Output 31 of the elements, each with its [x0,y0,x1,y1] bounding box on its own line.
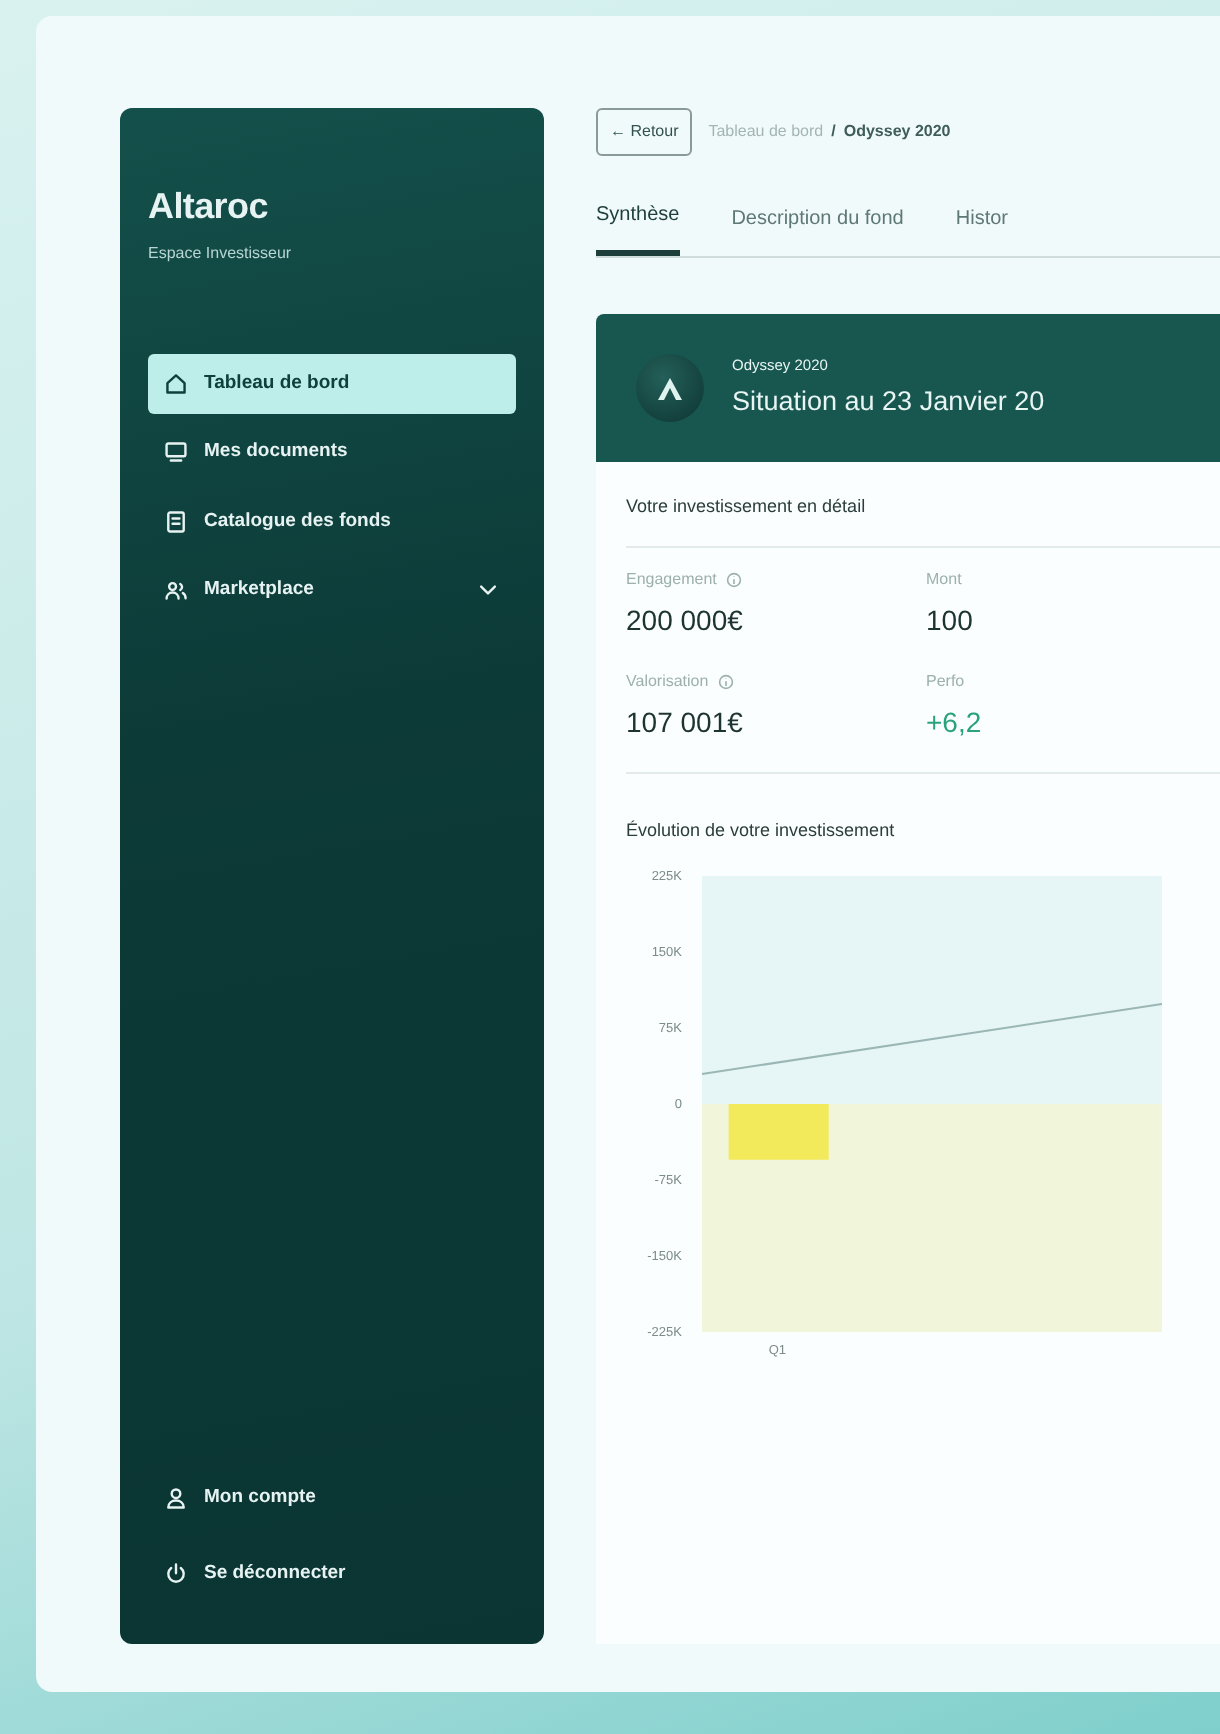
logo: Altaroc [148,184,270,230]
document-icon [164,509,188,534]
metric-value: +6,2 [926,703,984,741]
sidebar-item[interactable]: Catalogue des fonds [148,491,516,552]
power-icon [164,1561,188,1586]
sidebar-item[interactable]: Mon compte [148,1467,516,1528]
tab[interactable]: Description du fond [731,200,904,256]
sidebar-item[interactable]: Marketplace [148,559,516,620]
sidebar-item[interactable]: Mes documents [148,422,516,483]
metric-label: Valorisation [626,669,709,693]
home-icon [164,372,188,397]
logo-subtitle: Espace Investisseur [148,242,294,266]
tab[interactable]: Histor [955,200,1008,256]
metric-label: Mont [926,567,962,591]
breadcrumb-separator: / [831,120,836,144]
situation-title: Situation au 23 Janvier 20 [732,383,1045,419]
metric-value: 100 [926,601,975,639]
metric-label: Engagement [626,567,717,591]
metric-value: 107 001€ [626,703,745,741]
people-icon [164,577,188,602]
sidebar-item[interactable]: Se déconnecter [148,1543,516,1604]
tab[interactable]: Synthèse [596,200,680,256]
section-title: Évolution de votre investissement [626,817,897,843]
section-title: Votre investissement en détail [626,494,868,520]
monitor-icon [164,440,188,465]
metric-value: 200 000€ [626,601,745,639]
avatar-logo [636,354,704,422]
sidebar-item[interactable]: Tableau de bord [148,354,516,415]
person-icon [164,1485,188,1510]
metric-label: Perfo [926,669,965,693]
back-button[interactable]: ← Retour [596,108,693,156]
